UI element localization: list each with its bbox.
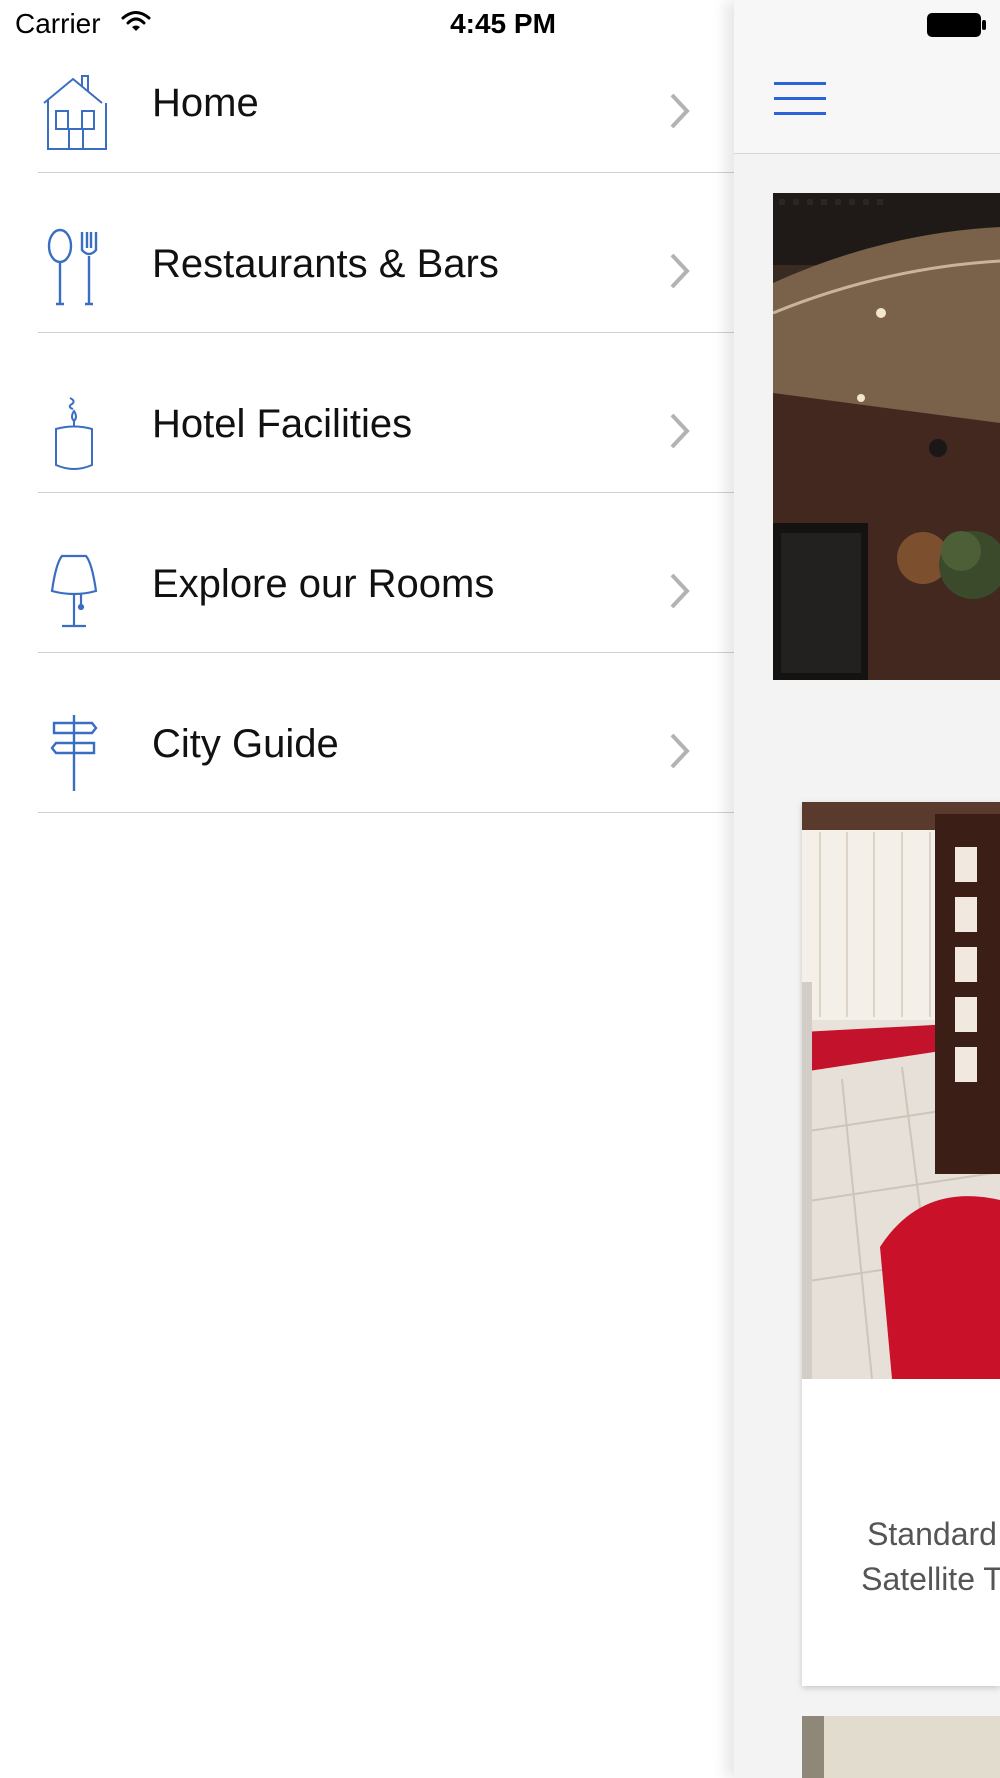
clock: 4:45 PM	[0, 8, 1000, 40]
room-card[interactable]: Standard Satellite T	[802, 802, 1000, 1686]
menu-item-city-guide[interactable]: City Guide	[0, 653, 734, 813]
room-card-description: Standard Satellite T	[802, 1512, 1000, 1602]
side-menu: Home Restaurants & Bars Hotel Facilities…	[0, 0, 734, 1778]
hamburger-icon[interactable]	[774, 82, 826, 116]
menu-divider	[38, 812, 734, 813]
spoon-fork-icon	[36, 228, 114, 308]
menu-item-label: Hotel Facilities	[152, 402, 413, 446]
lobby-photo	[773, 193, 1000, 680]
candle-icon	[36, 395, 114, 475]
menu-item-label: Restaurants & Bars	[152, 242, 499, 286]
menu-item-restaurants-bars[interactable]: Restaurants & Bars	[0, 173, 734, 333]
room-card-next[interactable]	[802, 1716, 1000, 1778]
menu-item-label: City Guide	[152, 722, 339, 766]
menu-item-label: Home	[152, 81, 259, 125]
menu-item-explore-rooms[interactable]: Explore our Rooms	[0, 493, 734, 653]
menu-item-label: Explore our Rooms	[152, 562, 495, 606]
time-label: 4:45 PM	[450, 8, 556, 39]
chevron-right-icon	[668, 572, 692, 615]
signpost-icon	[36, 713, 114, 793]
house-icon	[36, 71, 114, 151]
main-content: Standard Satellite T	[734, 0, 1000, 1778]
chevron-right-icon	[668, 92, 692, 135]
chevron-right-icon	[668, 252, 692, 295]
room-photo	[802, 802, 1000, 1380]
lamp-icon	[36, 553, 114, 633]
menu-item-hotel-facilities[interactable]: Hotel Facilities	[0, 333, 734, 493]
room-card-line2: Satellite T	[861, 1561, 1000, 1597]
chevron-right-icon	[668, 412, 692, 455]
room-card-line1: Standard	[867, 1516, 997, 1552]
chevron-right-icon	[668, 732, 692, 775]
status-bar: Carrier 4:45 PM	[0, 0, 1000, 50]
battery-icon	[926, 12, 988, 43]
